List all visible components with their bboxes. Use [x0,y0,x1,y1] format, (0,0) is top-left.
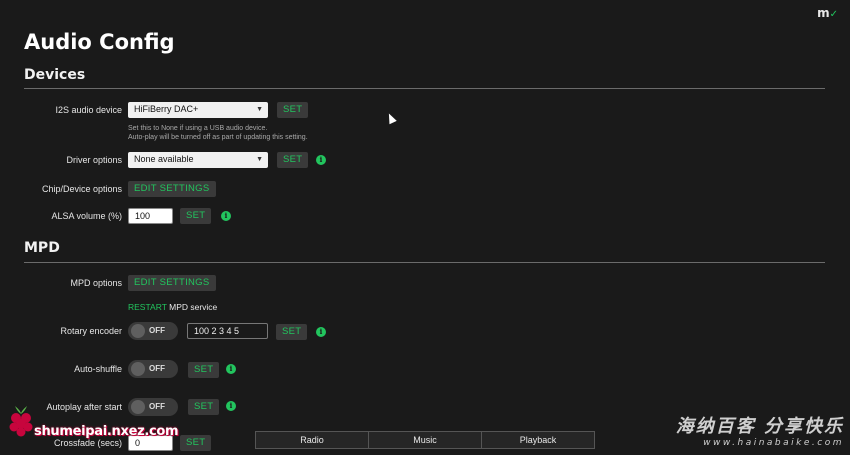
footer-tab-bar: Radio Music Playback [255,431,595,449]
app-logo-text: m [817,6,830,20]
rotary-encoder-input[interactable]: 100 2 3 4 5 [187,323,268,339]
alsa-label: ALSA volume (%) [51,211,122,221]
alsa-volume-input[interactable]: 100 [128,208,173,224]
section-title-mpd: MPD [24,240,60,256]
caret-down-icon: ▼ [256,156,263,163]
i2s-label: I2S audio device [55,105,122,115]
driver-set-button[interactable]: SET [277,152,309,168]
info-icon[interactable]: i [316,327,326,337]
shuffle-row: Auto-shuffle OFF SET i [0,360,850,380]
i2s-row: I2S audio device HiFiBerry DAC+ ▼ SET [0,102,850,122]
alsa-set-button[interactable]: SET [180,208,212,224]
i2s-device-value: HiFiBerry DAC+ [134,104,199,114]
app-logo[interactable]: m✓ [817,6,838,20]
autoplay-set-button[interactable]: SET [188,399,220,415]
restart-mpd-suffix: MPD service [169,302,218,312]
tab-radio[interactable]: Radio [256,432,369,448]
driver-options-select[interactable]: None available ▼ [128,152,268,168]
chip-edit-settings-button[interactable]: EDIT SETTINGS [128,181,216,197]
rotary-set-button[interactable]: SET [276,324,308,340]
restart-mpd-link[interactable]: RESTART [128,302,167,312]
mpd-options-row: MPD options EDIT SETTINGS [0,275,850,295]
driver-label: Driver options [66,155,122,165]
page-title: Audio Config [24,30,175,54]
section-title-devices: Devices [24,67,86,83]
i2s-device-select[interactable]: HiFiBerry DAC+ ▼ [128,102,268,118]
i2s-hint: Set this to None if using a USB audio de… [128,124,308,142]
mpd-edit-settings-button[interactable]: EDIT SETTINGS [128,275,216,291]
tab-playback[interactable]: Playback [482,432,594,448]
watermark-left: shumeipai.nxez.com [4,400,179,448]
raspberry-logo-icon [9,406,33,437]
watermark-right-url: www.hainabaike.com [703,438,844,448]
shuffle-label: Auto-shuffle [74,364,122,374]
i2s-hint-line1: Set this to None if using a USB audio de… [128,125,268,132]
caret-down-icon: ▼ [256,106,263,113]
toggle-knob [131,324,145,338]
info-icon[interactable]: i [226,364,236,374]
watermark-right: 海纳百客 分享快乐 www.hainabaike.com [676,412,844,448]
crossfade-set-button[interactable]: SET [180,435,212,451]
rotary-row: Rotary encoder OFF 100 2 3 4 5 SET i [0,322,850,342]
mpd-options-label: MPD options [70,278,122,288]
driver-row: Driver options None available ▼ SET i [0,152,850,172]
toggle-label: OFF [149,326,165,335]
driver-options-value: None available [134,154,194,164]
watermark-left-text: shumeipai.nxez.com [34,424,179,439]
info-icon[interactable]: i [226,401,236,411]
chip-row: Chip/Device options EDIT SETTINGS [0,181,850,201]
auto-shuffle-toggle[interactable]: OFF [128,360,178,378]
rotary-label: Rotary encoder [60,326,122,336]
info-icon[interactable]: i [316,155,326,165]
shuffle-set-button[interactable]: SET [188,362,220,378]
i2s-hint-line2: Auto-play will be turned off as part of … [128,134,308,141]
chip-label: Chip/Device options [41,184,122,194]
rotary-encoder-toggle[interactable]: OFF [128,322,178,340]
tab-music[interactable]: Music [369,432,482,448]
alsa-row: ALSA volume (%) 100 SET i [0,208,850,228]
info-icon[interactable]: i [221,211,231,221]
restart-mpd-line: RESTART MPD service [128,302,217,312]
divider [24,88,825,89]
watermark-right-cn: 海纳百客 分享快乐 [675,416,844,437]
divider [24,262,825,263]
toggle-label: OFF [149,364,165,373]
toggle-knob [131,362,145,376]
checkmark-icon: ✓ [829,9,838,20]
i2s-set-button[interactable]: SET [277,102,309,118]
